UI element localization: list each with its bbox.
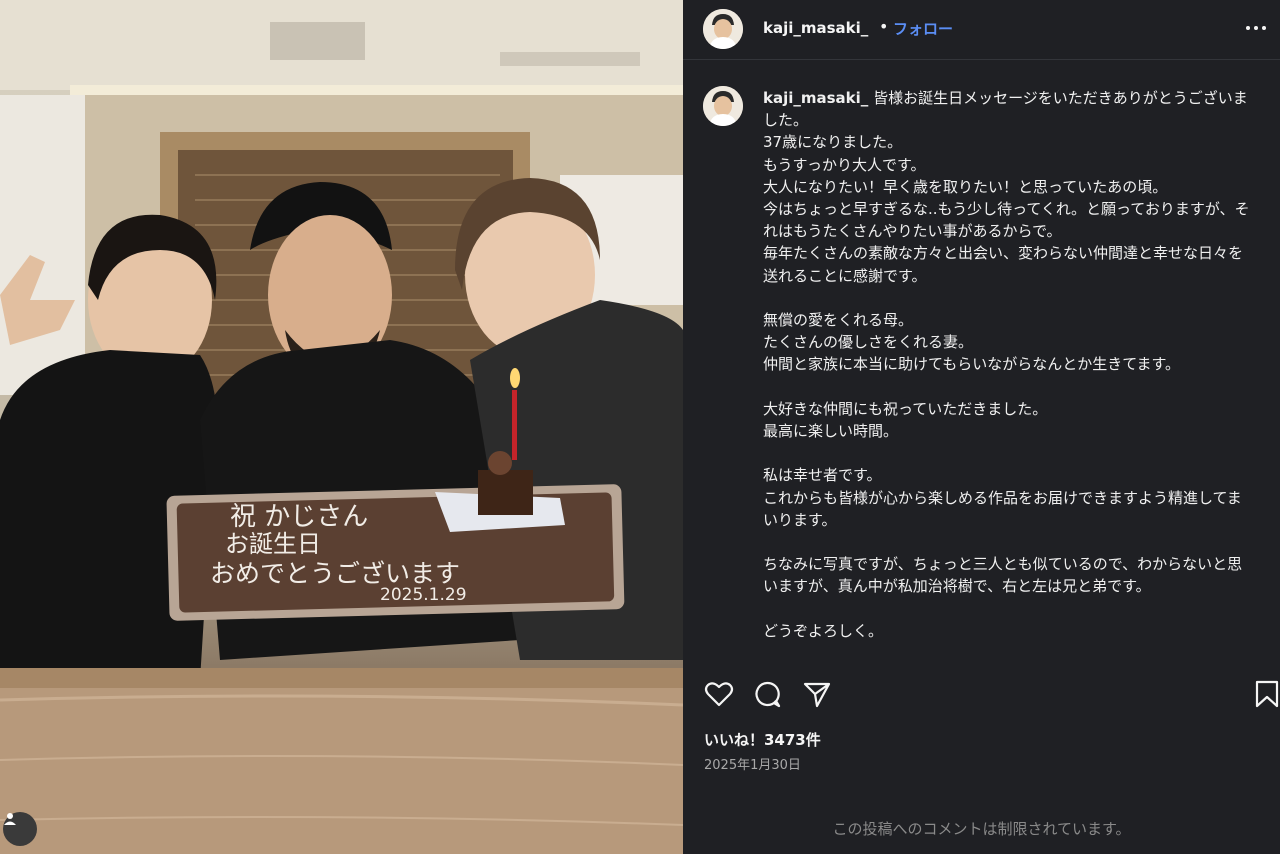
board-text-line1: 祝 かじさん [230, 502, 368, 532]
send-icon [803, 682, 831, 708]
board-text-line2: お誕生日 [225, 530, 321, 558]
avatar[interactable] [703, 9, 743, 49]
post-actions [683, 675, 1280, 715]
save-button[interactable] [1251, 679, 1280, 711]
follow-button[interactable]: フォロー [893, 18, 953, 39]
like-button[interactable] [703, 679, 735, 711]
person-icon [4, 813, 16, 825]
caption-text: 皆様お誕生日メッセージをいただきありがとうございました。 37歳になりました。 … [763, 89, 1250, 640]
header-username[interactable]: kaji_masaki_ [763, 19, 868, 37]
photo-illustration: 祝 かじさん お誕生日 おめでとうございます 2025.1.29 [0, 0, 683, 854]
share-button[interactable] [801, 679, 833, 711]
bookmark-icon [1255, 680, 1279, 708]
comment-icon [755, 681, 781, 708]
post-header: kaji_masaki_ • フォロー [683, 0, 1280, 60]
board-date: 2025.1.29 [380, 585, 467, 605]
post-photo: 祝 かじさん お誕生日 おめでとうございます 2025.1.29 [0, 0, 683, 854]
heart-icon [704, 682, 734, 707]
more-options-button[interactable] [1244, 16, 1268, 40]
separator-dot: • [879, 17, 889, 36]
post-date[interactable]: 2025年1月30日 [704, 754, 801, 773]
comment-button[interactable] [751, 679, 783, 711]
avatar-illustration [703, 86, 743, 126]
board-text-line3: おめでとうございます [210, 559, 460, 588]
comments-restricted-notice: この投稿へのコメントは制限されています。 [832, 820, 1131, 838]
caption-avatar[interactable] [703, 86, 743, 126]
more-horizontal-icon [1246, 26, 1266, 30]
like-count[interactable]: いいね！3473件 [704, 729, 821, 750]
post-details-panel: kaji_masaki_ • フォロー kaji_masaki_ 皆様お誕生日メ… [683, 0, 1280, 854]
post-caption: kaji_masaki_ 皆様お誕生日メッセージをいただきありがとうございました… [763, 87, 1255, 642]
tagged-users-button[interactable] [3, 812, 37, 846]
caption-username[interactable]: kaji_masaki_ [763, 89, 868, 107]
avatar-illustration [703, 9, 743, 49]
